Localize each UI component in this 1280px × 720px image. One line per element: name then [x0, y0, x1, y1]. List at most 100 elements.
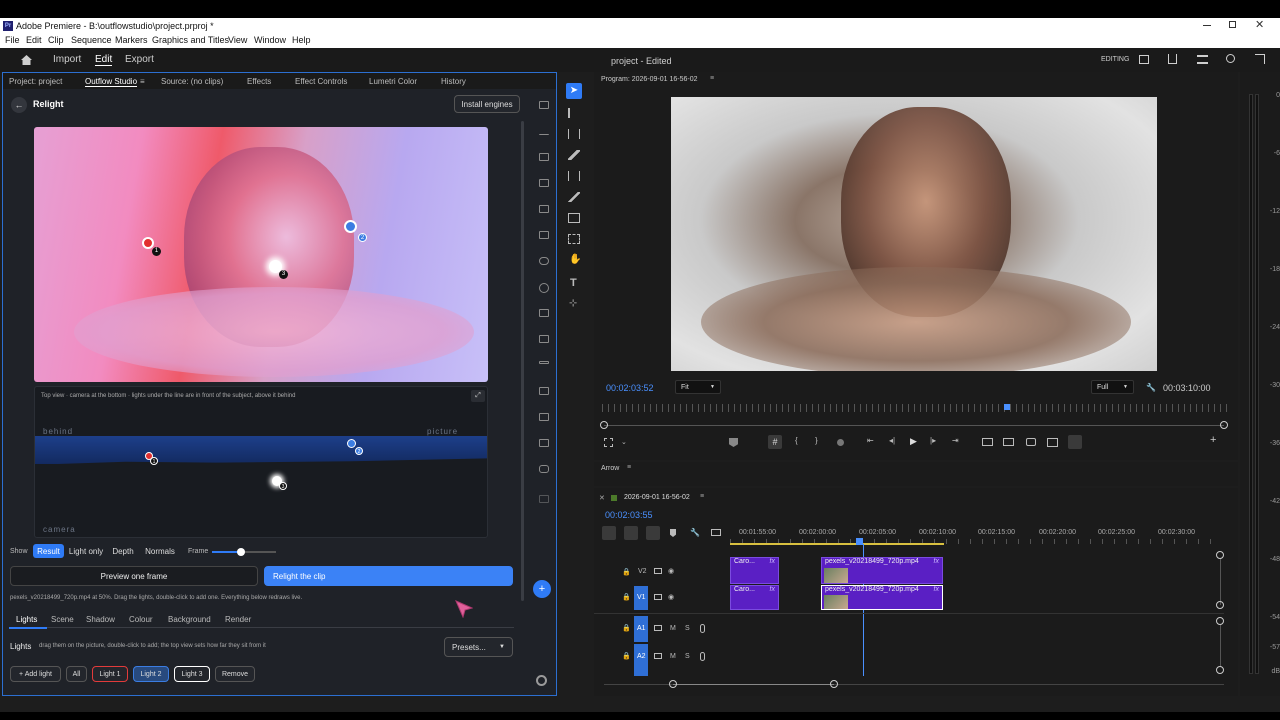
- caption-icon[interactable]: [539, 153, 549, 161]
- quality-dropdown[interactable]: Full ▼: [1091, 380, 1134, 394]
- eye-icon[interactable]: ◉: [668, 593, 674, 601]
- timeline-v-scroll-top[interactable]: [1216, 551, 1224, 559]
- mic-icon[interactable]: [700, 652, 705, 661]
- relight-preview-image[interactable]: 1 2 3: [34, 127, 488, 382]
- fit-dropdown[interactable]: Fit ▼: [675, 380, 721, 394]
- audio-v-scroll-top[interactable]: [1216, 617, 1224, 625]
- marker-icon[interactable]: [729, 438, 738, 447]
- tab-project[interactable]: Project: project: [9, 77, 62, 86]
- linked-selection-icon[interactable]: [646, 526, 660, 540]
- back-button[interactable]: ←: [11, 97, 27, 113]
- light-2-button[interactable]: Light 2: [133, 666, 169, 682]
- install-engines-button[interactable]: Install engines: [454, 95, 520, 113]
- frame-slider-handle[interactable]: [236, 548, 245, 556]
- sync-icon[interactable]: [654, 594, 662, 600]
- lock-icon[interactable]: 🔒: [622, 652, 631, 660]
- lock-icon[interactable]: 🔒: [622, 624, 631, 632]
- show-result-button[interactable]: Result: [33, 544, 64, 558]
- settings-wrench-icon[interactable]: 🔧: [690, 528, 700, 537]
- film-icon[interactable]: [539, 309, 549, 317]
- tab-lumetri-color[interactable]: Lumetri Color: [369, 77, 417, 86]
- step-forward-icon[interactable]: |▸: [930, 436, 936, 445]
- home-icon[interactable]: [20, 54, 33, 66]
- motion-icon[interactable]: [568, 234, 580, 244]
- step-back-icon[interactable]: ◂|: [889, 436, 895, 445]
- hand-icon[interactable]: ✋: [569, 254, 581, 265]
- play-icon[interactable]: ▶: [910, 436, 917, 447]
- tab-effects[interactable]: Effects: [247, 77, 271, 86]
- maximize-icon[interactable]: [1229, 21, 1236, 28]
- grid-icon[interactable]: [539, 335, 549, 343]
- presets-dropdown[interactable]: Presets... ▼: [444, 637, 513, 657]
- track-label-a2[interactable]: A2: [637, 653, 646, 660]
- disable-icon[interactable]: [539, 283, 549, 293]
- subtab-render[interactable]: Render: [225, 615, 251, 624]
- go-to-in-icon[interactable]: ⇤: [867, 436, 874, 445]
- minimize-icon[interactable]: [1203, 25, 1211, 26]
- selection-tool-icon[interactable]: ➤: [566, 83, 582, 99]
- program-video-frame[interactable]: [671, 97, 1157, 371]
- menu-lines-icon[interactable]: [1197, 55, 1208, 64]
- topview-light-2[interactable]: [347, 439, 356, 448]
- comparison-icon[interactable]: [1047, 438, 1058, 447]
- track-select-icon[interactable]: [568, 108, 580, 118]
- show-depth-button[interactable]: Depth: [110, 544, 136, 558]
- show-light-only-button[interactable]: Light only: [66, 544, 106, 558]
- snap-icon[interactable]: [624, 526, 638, 540]
- timeline-h-scroll-right[interactable]: [830, 680, 838, 688]
- pen-icon[interactable]: [568, 192, 580, 202]
- subtab-lights[interactable]: Lights: [16, 615, 37, 624]
- settings-chevron-icon[interactable]: ⌄: [621, 438, 627, 446]
- clip-pexels-v2[interactable]: pexels_v20218499_720p.mp4 fx: [821, 557, 943, 584]
- solo-button[interactable]: S: [685, 653, 690, 660]
- menu-markers[interactable]: Markers: [115, 35, 148, 45]
- expand-icon[interactable]: ⤢: [471, 390, 485, 402]
- top-view-panel[interactable]: Top view · camera at the bottom · lights…: [34, 386, 488, 538]
- remove-light-button[interactable]: Remove: [215, 666, 255, 682]
- lock-icon[interactable]: 🔒: [622, 593, 631, 601]
- program-menu-icon[interactable]: ≡: [710, 75, 714, 82]
- camera-icon[interactable]: [539, 439, 549, 447]
- frame-icon[interactable]: [539, 231, 549, 239]
- sequence-name[interactable]: 2026-09-01 16-56-02: [624, 494, 690, 501]
- menu-help[interactable]: Help: [292, 35, 311, 45]
- document-icon[interactable]: [539, 413, 549, 421]
- mute-button[interactable]: M: [670, 653, 676, 660]
- light-1-marker[interactable]: [142, 237, 154, 249]
- download-icon[interactable]: [539, 127, 549, 135]
- sync-icon[interactable]: [654, 653, 662, 659]
- lock-icon[interactable]: 🔒: [622, 568, 631, 576]
- panel-scrollbar[interactable]: [521, 121, 524, 601]
- settings-gear-icon[interactable]: [536, 675, 547, 686]
- timeline-timecode[interactable]: 00:02:03:55: [605, 510, 653, 520]
- sequence-menu-icon[interactable]: ≡: [700, 493, 704, 500]
- menu-view[interactable]: View: [228, 35, 247, 45]
- menu-sequence[interactable]: Sequence: [71, 35, 112, 45]
- light-3-button[interactable]: Light 3: [174, 666, 210, 682]
- search-icon[interactable]: [1226, 54, 1235, 63]
- close-sequence-icon[interactable]: ✕: [599, 494, 605, 502]
- clip-caro-v2[interactable]: Caro... fx: [730, 557, 779, 584]
- track-target-a2[interactable]: [634, 644, 648, 676]
- preview-one-frame-button[interactable]: Preview one frame: [10, 566, 258, 586]
- relight-clip-button[interactable]: Relight the clip: [264, 566, 513, 586]
- sync-icon[interactable]: [654, 568, 662, 574]
- multicam-icon[interactable]: [1068, 435, 1082, 449]
- program-timecode-current[interactable]: 00:02:03:52: [606, 383, 654, 393]
- mic-icon[interactable]: [700, 624, 705, 633]
- add-button-icon[interactable]: +: [1210, 434, 1216, 446]
- scrub-start-handle[interactable]: [600, 421, 608, 429]
- subtab-scene[interactable]: Scene: [51, 615, 74, 624]
- playhead-marker[interactable]: [1004, 404, 1010, 410]
- subtab-shadow[interactable]: Shadow: [86, 615, 115, 624]
- lift-icon[interactable]: [982, 438, 993, 446]
- panel-menu-icon[interactable]: ≡: [140, 77, 145, 86]
- close-icon[interactable]: ✕: [1255, 18, 1264, 31]
- share-icon[interactable]: [1168, 54, 1177, 64]
- export-frame-icon[interactable]: [1026, 438, 1036, 446]
- tab-export[interactable]: Export: [125, 54, 154, 65]
- crop-icon[interactable]: [539, 205, 549, 213]
- bar-icon[interactable]: [539, 361, 549, 364]
- tab-outflow-studio[interactable]: Outflow Studio: [85, 77, 138, 87]
- solo-button[interactable]: S: [685, 625, 690, 632]
